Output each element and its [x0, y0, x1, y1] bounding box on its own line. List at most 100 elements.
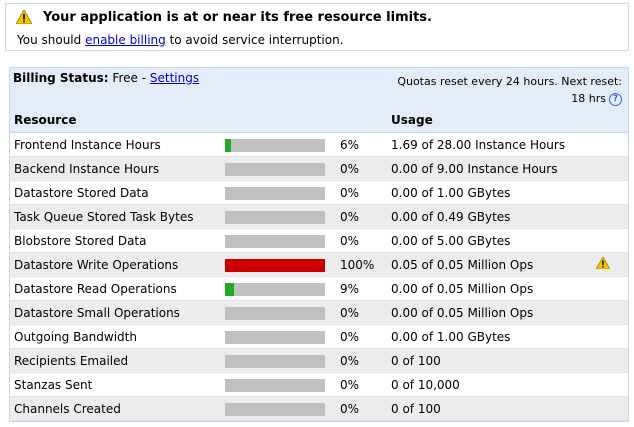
billing-header: Billing Status: Free - Settings Quotas r… — [10, 68, 628, 108]
usage-value: 0.00 of 0.49 GBytes — [387, 204, 574, 229]
warning-cell — [574, 132, 628, 157]
warning-cell — [574, 372, 628, 397]
billing-status: Billing Status: Free - Settings — [13, 71, 199, 85]
resource-name: Frontend Instance Hours — [10, 132, 221, 157]
usage-percent: 0% — [336, 180, 387, 205]
usage-bar — [225, 306, 325, 320]
alert-suffix: to avoid service interruption. — [165, 33, 344, 47]
warning-column-header — [574, 108, 628, 133]
table-row: Outgoing Bandwidth 0% 0.00 of 1.00 GBytes — [10, 324, 628, 349]
usage-bar — [225, 138, 325, 152]
usage-value: 0 of 100 — [387, 348, 574, 373]
alert-prefix: You should — [17, 33, 86, 47]
usage-value: 0.05 of 0.05 Million Ops — [387, 252, 574, 277]
resource-name: Recipients Emailed — [10, 348, 221, 373]
resource-column-header: Resource — [10, 108, 221, 133]
alert-title: Your application is at or near its free … — [43, 10, 432, 25]
alert-body: You should enable billing to avoid servi… — [17, 33, 344, 47]
usage-bar-cell — [221, 156, 336, 181]
usage-bar — [225, 330, 325, 344]
usage-bar-cell — [221, 228, 336, 253]
usage-bar — [225, 210, 325, 224]
usage-bar — [225, 258, 325, 272]
usage-bar-cell — [221, 324, 336, 349]
usage-bar-fill — [225, 138, 231, 152]
usage-percent: 6% — [336, 132, 387, 157]
resource-name: Datastore Stored Data — [10, 180, 221, 205]
warning-cell — [574, 204, 628, 229]
warning-cell — [574, 228, 628, 253]
table-row: Backend Instance Hours 0% 0.00 of 9.00 Ins… — [10, 156, 628, 181]
warning-cell — [574, 180, 628, 205]
usage-percent: 0% — [336, 300, 387, 325]
usage-bar — [225, 186, 325, 200]
usage-bar-cell — [221, 372, 336, 397]
usage-value: 0.00 of 0.05 Million Ops — [387, 276, 574, 301]
table-row: Channels Created 0% 0 of 100 — [10, 396, 628, 421]
resource-name: Datastore Read Operations — [10, 276, 221, 301]
resource-name: Channels Created — [10, 396, 221, 421]
quota-reset-info: Quotas reset every 24 hours. Next reset:… — [397, 73, 622, 107]
usage-value: 0.00 of 1.00 GBytes — [387, 180, 574, 205]
table-row: Blobstore Stored Data 0% 0.00 of 5.00 GByt… — [10, 228, 628, 253]
resource-name: Datastore Small Operations — [10, 300, 221, 325]
usage-value: 1.69 of 28.00 Instance Hours — [387, 132, 574, 157]
table-row: Task Queue Stored Task Bytes 0% 0.00 of 0.… — [10, 204, 628, 229]
warning-cell — [574, 252, 628, 277]
usage-bar-cell — [221, 276, 336, 301]
usage-value: 0.00 of 1.00 GBytes — [387, 324, 574, 349]
warning-cell — [574, 396, 628, 421]
warning-cell — [574, 348, 628, 373]
quota-reset-text: Quotas reset every 24 hours. Next reset: — [397, 75, 622, 88]
usage-value: 0 of 100 — [387, 396, 574, 421]
usage-percent: 0% — [336, 396, 387, 421]
usage-bar-cell — [221, 300, 336, 325]
resource-name: Datastore Write Operations — [10, 252, 221, 277]
usage-value: 0.00 of 9.00 Instance Hours — [387, 156, 574, 181]
percent-column-header — [336, 108, 387, 133]
usage-percent: 0% — [336, 372, 387, 397]
usage-percent: 9% — [336, 276, 387, 301]
enable-billing-link[interactable]: enable billing — [85, 33, 166, 47]
bar-column-header — [221, 108, 336, 133]
usage-percent: 0% — [336, 156, 387, 181]
resource-name: Backend Instance Hours — [10, 156, 221, 181]
usage-bar — [225, 282, 325, 296]
warning-cell — [574, 156, 628, 181]
next-reset-time: 18 hrs — [571, 92, 606, 105]
table-row: Datastore Stored Data 0% 0.00 of 1.00 GByt… — [10, 180, 628, 205]
usage-bar-cell — [221, 204, 336, 229]
usage-bar-cell — [221, 180, 336, 205]
usage-percent: 0% — [336, 348, 387, 373]
usage-bar-cell — [221, 348, 336, 373]
usage-bar — [225, 354, 325, 368]
usage-bar-cell — [221, 252, 336, 277]
usage-bar-cell — [221, 132, 336, 157]
warning-cell — [574, 276, 628, 301]
resource-name: Outgoing Bandwidth — [10, 324, 221, 349]
usage-percent: 100% — [336, 252, 387, 277]
usage-percent: 0% — [336, 204, 387, 229]
warning-cell — [574, 300, 628, 325]
table-row: Datastore Read Operations 9% 0.00 of 0.05 … — [10, 276, 628, 301]
usage-value: 0.00 of 0.05 Million Ops — [387, 300, 574, 325]
settings-link[interactable]: Settings — [150, 71, 199, 85]
billing-panel: Billing Status: Free - Settings Quotas r… — [9, 67, 629, 422]
warning-icon — [15, 8, 33, 27]
usage-value: 0.00 of 5.00 GBytes — [387, 228, 574, 253]
quota-table: Resource Usage Frontend Instance Hours 6%… — [10, 108, 628, 421]
usage-bar-cell — [221, 396, 336, 421]
table-header-row: Resource Usage — [10, 108, 628, 133]
usage-percent: 0% — [336, 324, 387, 349]
warning-cell — [574, 324, 628, 349]
table-row: Frontend Instance Hours 6% 1.69 of 28.00 I… — [10, 132, 628, 157]
table-row: Datastore Write Operations 100% 0.05 of 0.… — [10, 252, 628, 277]
table-row: Datastore Small Operations 0% 0.00 of 0.05… — [10, 300, 628, 325]
usage-bar-fill — [225, 282, 234, 296]
usage-bar — [225, 402, 325, 416]
usage-column-header: Usage — [387, 108, 574, 133]
warning-icon — [595, 256, 611, 272]
billing-status-value: Free - — [108, 71, 150, 85]
quota-alert-banner: Your application is at or near its free … — [5, 3, 629, 51]
help-icon[interactable]: ? — [609, 92, 622, 106]
